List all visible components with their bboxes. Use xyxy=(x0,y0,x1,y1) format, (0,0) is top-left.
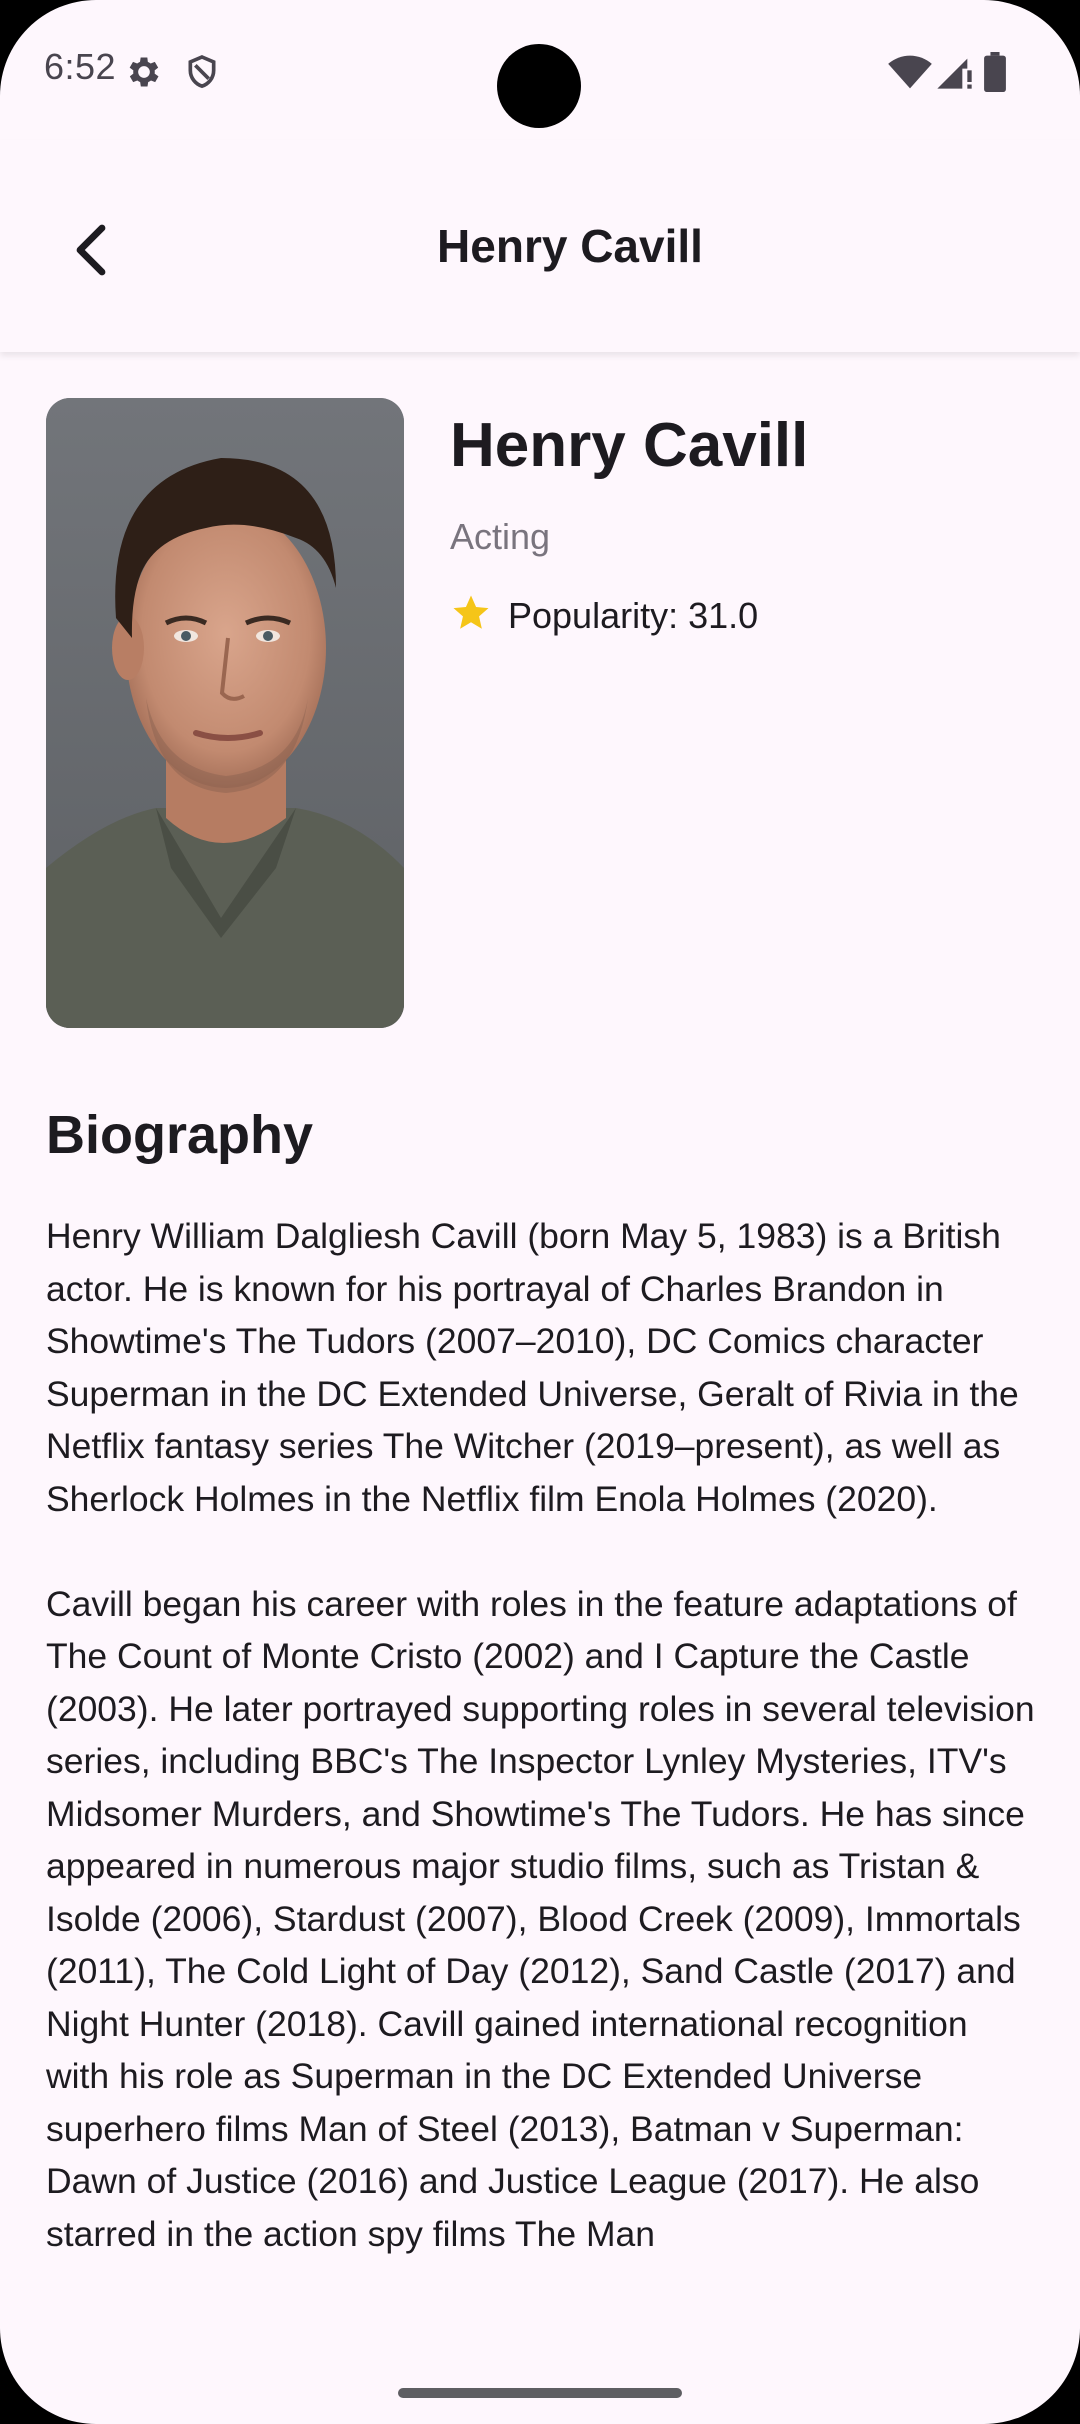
status-bar: 6:52 xyxy=(0,0,1080,140)
profile-photo xyxy=(46,398,404,1028)
biography-text: Henry William Dalgliesh Cavill (born May… xyxy=(46,1216,1035,2254)
person-name: Henry Cavill xyxy=(450,411,809,480)
shield-icon xyxy=(182,52,222,92)
biography-heading: Biography xyxy=(46,1105,314,1165)
status-time: 6:52 xyxy=(44,46,117,87)
star-icon xyxy=(450,592,492,639)
wifi-icon xyxy=(888,52,932,92)
popularity-row: Popularity: 31.0 xyxy=(450,592,758,639)
popularity-text: Popularity: 31.0 xyxy=(508,594,759,636)
gear-icon xyxy=(124,52,164,92)
signal-icon xyxy=(934,52,974,92)
app-bar-title: Henry Cavill xyxy=(437,220,703,272)
camera-cutout xyxy=(497,44,581,128)
screen: 6:52 Henry Cavill Henry Cavill Acting Po… xyxy=(0,0,1080,2424)
gesture-navigation-handle[interactable] xyxy=(398,2388,682,2398)
known-for-department: Acting xyxy=(450,516,551,557)
app-bar: Henry Cavill xyxy=(0,140,1080,352)
battery-icon xyxy=(982,52,1008,92)
